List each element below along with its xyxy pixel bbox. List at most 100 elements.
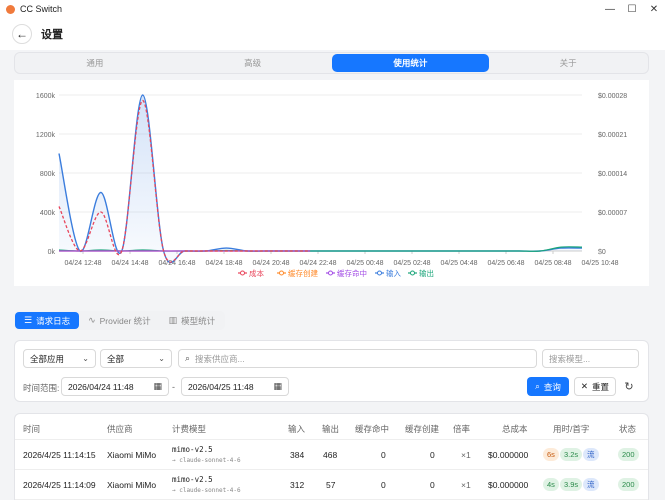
y2-tick-label: $0.00028 <box>598 93 627 100</box>
calendar-icon: ▦ <box>153 381 162 391</box>
request-log-table: 时间 供应商 计费模型 输入 输出 缓存命中 缓存创建 倍率 总成本 用时/首字… <box>14 413 649 500</box>
x-tick-label: 04/25 08:48 <box>535 260 572 267</box>
refresh-button[interactable]: ↻ <box>621 377 637 396</box>
usage-chart-svg: 1600k $0.00028 1200k $0.00021 800k $0.00014 40… <box>36 93 627 278</box>
legend-label: 输出 <box>419 268 434 278</box>
subtab-request-log[interactable]: ☰ 请求日志 <box>15 312 80 329</box>
col-output: 输出 <box>322 424 340 434</box>
row-output: 468 <box>323 450 338 460</box>
x-tick-label: 04/25 04:48 <box>441 260 478 267</box>
tab-general[interactable]: 通用 <box>16 54 174 72</box>
range-separator: - <box>172 382 175 392</box>
table-row[interactable]: 2026/4/25 11:14:09 Xiaomi MiMo mimo-v2.5… <box>15 470 648 500</box>
row-cost: $0.000000 <box>488 480 529 490</box>
row-input: 312 <box>290 480 305 490</box>
table-row[interactable]: 2026/4/25 11:14:15 Xiaomi MiMo mimo-v2.5… <box>15 440 648 470</box>
date-to-input[interactable]: 2026/04/25 11:48 ▦ <box>181 377 289 396</box>
row-output: 57 <box>326 480 336 490</box>
y2-tick-label: $0.00021 <box>598 132 627 139</box>
duration-badge: 4s <box>543 478 559 491</box>
x-tick-label: 04/24 14:48 <box>112 260 149 267</box>
legend-label: 缓存命中 <box>337 268 367 278</box>
tab-usage-stats[interactable]: 使用统计 <box>331 54 490 72</box>
tab-advanced[interactable]: 高级 <box>174 54 332 72</box>
y-tick-label: 0k <box>48 249 56 256</box>
row-cache-create: 0 <box>430 450 435 460</box>
x-tick-label: 04/24 18:48 <box>206 260 243 267</box>
x-tick-label: 04/25 00:48 <box>347 260 384 267</box>
legend-marker-dot <box>377 270 382 276</box>
row-multiplier: ×1 <box>461 480 471 490</box>
stream-badge: 流 <box>583 478 599 491</box>
date-from-value: 2026/04/24 11:48 <box>68 381 134 392</box>
x-tick-label: 04/25 02:48 <box>394 260 431 267</box>
reset-button[interactable]: ✕ 重置 <box>574 377 616 396</box>
col-cache-create: 缓存创建 <box>405 424 440 434</box>
model-search-input[interactable]: 搜索模型... <box>542 349 639 368</box>
legend-marker-dot <box>279 270 284 276</box>
activity-icon: ∿ <box>88 315 96 325</box>
usage-trend-chart: 1600k $0.00028 1200k $0.00021 800k $0.00014 40… <box>14 80 649 286</box>
x-tick-label: 04/24 22:48 <box>300 260 337 267</box>
x-tick-label: 04/24 16:48 <box>159 260 196 267</box>
col-multiplier: 倍率 <box>453 424 471 434</box>
query-button[interactable]: ⌕ 查询 <box>527 377 569 396</box>
app-title: CC Switch <box>20 4 63 14</box>
legend-marker-dot <box>240 270 245 276</box>
close-button[interactable]: ✕ <box>643 0 665 18</box>
date-from-input[interactable]: 2026/04/24 11:48 ▦ <box>61 377 169 396</box>
tab-about[interactable]: 关于 <box>489 54 647 72</box>
chevron-down-icon: ⌄ <box>82 354 89 363</box>
query-button-label: 查询 <box>543 381 561 392</box>
bar-chart-icon: ▥ <box>168 315 178 325</box>
y2-tick-label: $0.00007 <box>598 210 627 217</box>
first-token-badge: 3.9s <box>560 478 583 491</box>
y-tick-label: 400k <box>40 210 56 217</box>
row-input: 384 <box>290 450 305 460</box>
app-filter-select[interactable]: 全部应用 ⌄ <box>23 349 96 368</box>
app-logo-icon <box>6 4 15 14</box>
row-model: mimo-v2.5 <box>172 475 213 484</box>
search-icon: ⌕ <box>535 381 540 391</box>
duration-badge: 6s <box>543 448 559 461</box>
time-range-label: 时间范围: <box>23 383 60 393</box>
x-tick-label: 04/24 12:48 <box>65 260 102 267</box>
row-multiplier: ×1 <box>461 450 471 460</box>
subtab-model-stats[interactable]: ▥ 模型统计 <box>160 312 225 329</box>
table-header: 时间 供应商 计费模型 输入 输出 缓存命中 缓存创建 倍率 总成本 用时/首字… <box>15 414 648 440</box>
maximize-button[interactable]: ☐ <box>621 0 643 18</box>
legend-label: 缓存创建 <box>288 268 318 278</box>
legend-label: 成本 <box>249 268 264 278</box>
col-time: 时间 <box>23 424 41 434</box>
status-filter-select[interactable]: 全部 ⌄ <box>100 349 172 368</box>
search-icon: ⌕ <box>185 353 191 363</box>
y2-tick-label: $0.00014 <box>598 171 627 178</box>
date-to-value: 2026/04/25 11:48 <box>188 381 254 392</box>
close-icon: ✕ <box>580 381 589 391</box>
row-cost: $0.000000 <box>488 450 529 460</box>
back-button[interactable]: ← <box>12 24 32 44</box>
status-badge: 200 <box>618 478 639 491</box>
col-input: 输入 <box>288 424 306 434</box>
subtab-label: 请求日志 <box>36 315 71 326</box>
model-search-placeholder: 搜索模型... <box>549 353 591 364</box>
minimize-button[interactable]: — <box>599 0 621 18</box>
y-tick-label: 1600k <box>36 93 56 100</box>
log-subtabs: ☰ 请求日志 ∿ Provider 统计 ▥ 模型统计 <box>14 311 226 330</box>
row-provider: Xiaomi MiMo <box>107 480 157 490</box>
provider-search-input[interactable]: ⌕ 搜索供应商... <box>178 349 537 368</box>
chevron-down-icon: ⌄ <box>158 354 165 363</box>
subtab-label: Provider 统计 <box>99 315 151 326</box>
row-provider: Xiaomi MiMo <box>107 450 157 460</box>
page-title: 设置 <box>41 29 63 41</box>
list-filter-icon: ☰ <box>24 315 33 325</box>
subtab-provider-stats[interactable]: ∿ Provider 统计 <box>79 312 160 329</box>
provider-search-placeholder: 搜索供应商... <box>195 353 245 364</box>
col-provider: 供应商 <box>107 424 133 434</box>
legend-marker-dot <box>410 270 415 276</box>
y2-tick-label: $0 <box>598 249 606 256</box>
col-status: 状态 <box>619 424 637 434</box>
row-model: mimo-v2.5 <box>172 445 213 454</box>
calendar-icon: ▦ <box>273 381 282 391</box>
filter-panel: 全部应用 ⌄ 全部 ⌄ ⌕ 搜索供应商... 搜索模型... 时间范围: 202… <box>14 340 649 402</box>
